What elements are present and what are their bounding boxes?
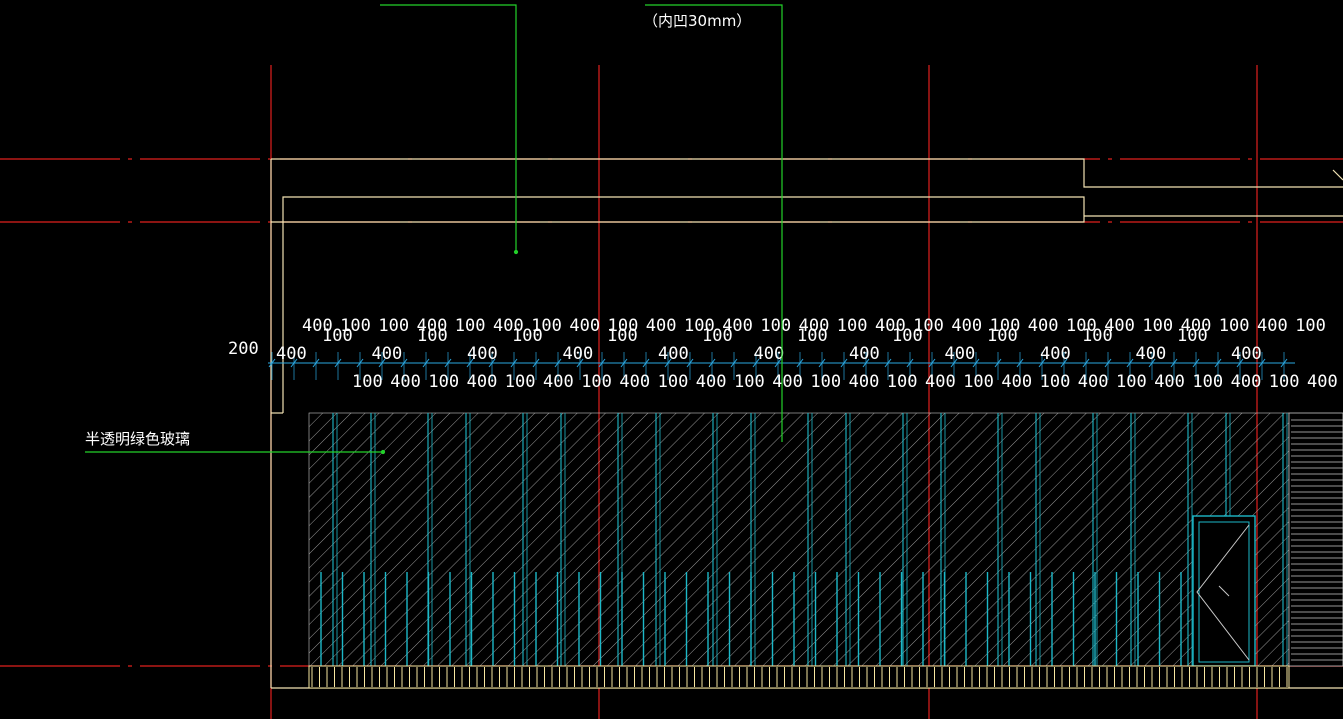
edge-dimension-label: 200 — [228, 339, 259, 359]
dimension-value: 400 — [849, 372, 880, 392]
dimension-value: 100 — [378, 316, 409, 336]
dimension-value: 400 — [754, 344, 785, 364]
dimension-value: 100 — [810, 372, 841, 392]
dimension-value: 400 — [1136, 344, 1167, 364]
dimension-value: 100 — [1269, 372, 1300, 392]
dimension-value: 100 — [1082, 326, 1113, 346]
leader-canopy — [380, 4, 517, 252]
canopy-outer-line — [271, 158, 1343, 188]
leader-canopy-dot — [513, 249, 519, 255]
dimension-value: 100 — [1040, 372, 1071, 392]
dimension-value: 400 — [1257, 316, 1288, 336]
dimension-value: 400 — [658, 344, 689, 364]
glass-note: 半透明绿色玻璃 — [85, 430, 190, 448]
dimension-value: 400 — [1078, 372, 1109, 392]
dimension-value: 100 — [734, 372, 765, 392]
dimension-value: 100 — [797, 326, 828, 346]
leader-glass-dot — [380, 449, 386, 455]
dimension-value: 100 — [1142, 316, 1173, 336]
dimension-value: 400 — [696, 372, 727, 392]
dimension-value: 100 — [837, 316, 868, 336]
dimension-value: 400 — [849, 344, 880, 364]
dimension-value: 400 — [945, 344, 976, 364]
dimension-value: 400 — [467, 372, 498, 392]
dimension-value: 400 — [619, 372, 650, 392]
dimension-chain: 400 100 100 400 100 400 100 400 100 400 100 400 100 4… — [228, 316, 1338, 392]
dimension-value: 400 — [276, 344, 307, 364]
dimension-value: 100 — [1219, 316, 1250, 336]
louver-lines — [1291, 419, 1343, 661]
dimension-value: 400 — [543, 372, 574, 392]
dimension-value: 100 — [1116, 372, 1147, 392]
dimension-texts: 400 100 100 400 100 400 100 400 100 400 100 400 100 4… — [276, 316, 1338, 392]
dimension-value: 100 — [1192, 372, 1223, 392]
recess-note: （内凹30mm） — [643, 12, 751, 30]
dimension-value: 400 — [646, 316, 677, 336]
dimension-value: 100 — [607, 326, 638, 346]
dimension-value: 100 — [417, 326, 448, 346]
dimension-value: 100 — [892, 326, 923, 346]
dimension-value: 100 — [963, 372, 994, 392]
glass-panel-field — [308, 412, 1290, 667]
dimension-value: 400 — [1154, 372, 1185, 392]
louver-panel — [1288, 412, 1343, 667]
dimension-value: 400 — [569, 316, 600, 336]
dimension-value: 400 — [467, 344, 498, 364]
corner-mark — [1332, 169, 1343, 181]
dimension-value: 100 — [702, 326, 733, 346]
dimension-value: 400 — [1231, 344, 1262, 364]
dimension-value: 100 — [658, 372, 689, 392]
dimension-value: 100 — [428, 372, 459, 392]
entrance-door — [1192, 515, 1256, 667]
dimension-value: 100 — [1295, 316, 1326, 336]
base-strip — [308, 665, 1290, 689]
dimension-value: 400 — [951, 316, 982, 336]
dimension-value: 400 — [1028, 316, 1059, 336]
dimension-value: 400 — [1307, 372, 1338, 392]
dimension-value: 400 — [1001, 372, 1032, 392]
dimension-value: 100 — [581, 372, 612, 392]
dimension-value: 100 — [987, 326, 1018, 346]
dimension-value: 100 — [455, 316, 486, 336]
dimension-value: 400 — [772, 372, 803, 392]
dimension-value: 400 — [563, 344, 594, 364]
dimension-value: 400 — [1040, 344, 1071, 364]
dimension-value: 100 — [760, 316, 791, 336]
dimension-value: 400 — [1231, 372, 1262, 392]
dimension-value: 400 — [925, 372, 956, 392]
dimension-value: 400 — [372, 344, 403, 364]
dimension-value: 100 — [505, 372, 536, 392]
dimension-value: 100 — [352, 372, 383, 392]
dimension-value: 100 — [887, 372, 918, 392]
cad-drawing-canvas: 400 100 100 400 100 400 100 400 100 400 100 400 100 4… — [0, 4, 1343, 719]
glass-curtain-wall — [308, 412, 1343, 667]
dimension-value: 100 — [1177, 326, 1208, 346]
dimension-value: 100 — [322, 326, 353, 346]
dimension-value: 100 — [512, 326, 543, 346]
dimension-value: 400 — [390, 372, 421, 392]
